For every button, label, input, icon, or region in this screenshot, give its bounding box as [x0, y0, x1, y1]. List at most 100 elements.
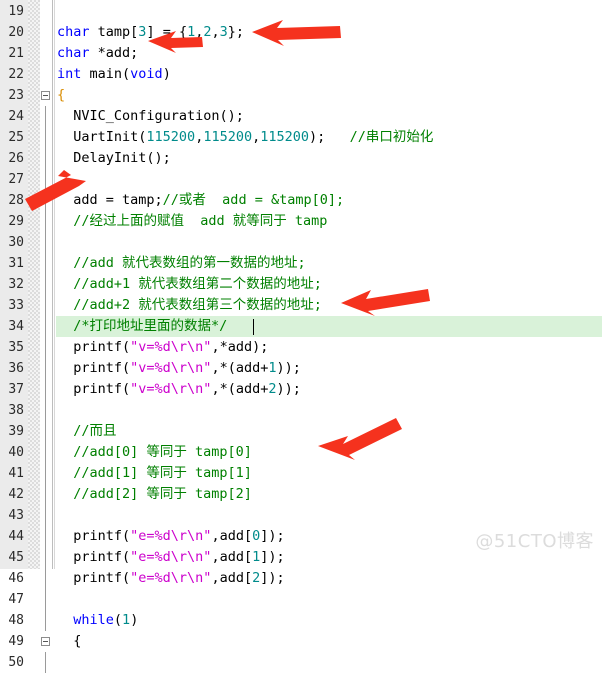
- code-text[interactable]: {: [57, 631, 81, 652]
- fold-guide-line: [45, 610, 46, 631]
- code-text[interactable]: UartInit(115200,115200,115200); //串口初始化: [57, 127, 433, 148]
- fold-collapse-icon[interactable]: [41, 91, 50, 100]
- code-token-kw: while: [73, 612, 114, 628]
- fold-guide-line: [45, 148, 46, 169]
- code-token-pl: ,*add);: [211, 339, 269, 355]
- code-text[interactable]: printf("e=%d\r\n",add[1]);: [57, 547, 285, 568]
- code-text[interactable]: NVIC_Configuration();: [57, 106, 244, 127]
- line-number: 48: [8, 613, 24, 628]
- code-text[interactable]: printf("v=%d\r\n",*(add+2));: [57, 379, 301, 400]
- code-token-pl: ,*(add+: [211, 360, 269, 376]
- code-line[interactable]: 20 char tamp[3] = {1,2,3};: [0, 22, 602, 43]
- code-text[interactable]: printf("e=%d\r\n",add[2]);: [57, 568, 284, 589]
- code-token-pl: ,add[: [211, 549, 253, 565]
- code-token-pl: DelayInit();: [57, 150, 171, 166]
- code-text[interactable]: //add[0] 等同于 tamp[0]: [57, 442, 252, 463]
- code-line[interactable]: 37 printf("v=%d\r\n",*(add+2));: [0, 379, 602, 400]
- code-token-num: 3: [219, 24, 228, 40]
- code-line[interactable]: 49 {: [0, 631, 602, 652]
- fold-guide-line: [45, 358, 46, 379]
- code-line[interactable]: 41 //add[1] 等同于 tamp[1]: [0, 463, 602, 484]
- code-line[interactable]: 35 printf("v=%d\r\n",*add);: [0, 337, 602, 358]
- fold-guide-line: [45, 442, 46, 463]
- code-line[interactable]: 24 NVIC_Configuration();: [0, 106, 602, 127]
- code-line[interactable]: 33 //add+2 就代表数组第三个数据的地址;: [0, 295, 602, 316]
- code-token-pl: *add;: [89, 45, 139, 61]
- code-line[interactable]: 38: [0, 400, 602, 421]
- code-text[interactable]: char *add;: [57, 43, 138, 64]
- code-token-num: 115200: [203, 129, 253, 145]
- code-line[interactable]: 47: [0, 589, 602, 610]
- code-line[interactable]: 28 add = tamp;//或者 add = &tamp[0];: [0, 190, 602, 211]
- code-editor[interactable]: 19 20 char tamp[3] = {1,2,3}; 21 char *add; 2…: [0, 0, 602, 673]
- code-text[interactable]: char tamp[3] = {1,2,3};: [57, 22, 244, 43]
- code-line[interactable]: 26 DelayInit();: [0, 148, 602, 169]
- code-line[interactable]: 34 /*打印地址里面的数据*/: [0, 316, 602, 337]
- code-line[interactable]: 23 {: [0, 85, 602, 106]
- code-line[interactable]: 29 //经过上面的赋值 add 就等同于 tamp: [0, 211, 602, 232]
- code-token-num: 2: [203, 24, 212, 40]
- line-number: 49: [8, 634, 24, 649]
- code-text[interactable]: //add+1 就代表数组第二个数据的地址;: [57, 274, 322, 295]
- code-token-pl: ]);: [260, 549, 285, 565]
- code-line[interactable]: 21 char *add;: [0, 43, 602, 64]
- code-token-cmt: /*打印地址里面的数据*/: [57, 318, 228, 334]
- code-text[interactable]: printf("e=%d\r\n",add[0]);: [57, 526, 284, 547]
- code-line[interactable]: 39 //而且: [0, 421, 602, 442]
- line-number: 43: [8, 508, 24, 523]
- code-token-str: "v=%d\r\n": [130, 381, 212, 397]
- code-line[interactable]: 22 int main(void): [0, 64, 602, 85]
- code-token-cmt: //add+1 就代表数组第二个数据的地址;: [57, 276, 322, 292]
- line-number: 46: [8, 571, 24, 586]
- code-token-pl: printf(: [57, 381, 131, 397]
- code-text[interactable]: //经过上面的赋值 add 就等同于 tamp: [57, 211, 327, 232]
- code-text[interactable]: DelayInit();: [57, 148, 171, 169]
- code-line[interactable]: 42 //add[2] 等同于 tamp[2]: [0, 484, 602, 505]
- code-token-pl: printf(: [57, 360, 131, 376]
- code-token-num: 1: [252, 549, 261, 565]
- code-line[interactable]: 43: [0, 505, 602, 526]
- line-number: 29: [8, 214, 24, 229]
- fold-guide-line: [45, 274, 46, 295]
- fold-guide-line: [45, 127, 46, 148]
- code-token-num: 1: [122, 612, 131, 628]
- code-text[interactable]: while(1): [57, 610, 138, 631]
- code-line[interactable]: 25 UartInit(115200,115200,115200); //串口初…: [0, 127, 602, 148]
- fold-guide-line: [45, 526, 46, 547]
- code-text[interactable]: {: [57, 85, 65, 106]
- fold-guide-line: [45, 652, 46, 673]
- code-line[interactable]: 40 //add[0] 等同于 tamp[0]: [0, 442, 602, 463]
- code-token-pl: ,*(add+: [211, 381, 269, 397]
- code-text[interactable]: add = tamp;//或者 add = &tamp[0];: [57, 190, 344, 211]
- code-token-num: 115200: [146, 129, 196, 145]
- code-line[interactable]: 48 while(1): [0, 610, 602, 631]
- fold-collapse-icon[interactable]: [41, 637, 50, 646]
- code-line[interactable]: 32 //add+1 就代表数组第二个数据的地址;: [0, 274, 602, 295]
- code-line[interactable]: 27: [0, 169, 602, 190]
- code-text[interactable]: //而且: [57, 421, 116, 442]
- code-line[interactable]: 50: [0, 652, 602, 673]
- code-text[interactable]: //add[2] 等同于 tamp[2]: [57, 484, 252, 505]
- code-line[interactable]: 36 printf("v=%d\r\n",*(add+1));: [0, 358, 602, 379]
- code-line[interactable]: 30: [0, 232, 602, 253]
- code-text[interactable]: //add[1] 等同于 tamp[1]: [57, 463, 252, 484]
- line-number: 27: [8, 172, 24, 187]
- code-token-pl: printf(: [57, 339, 131, 355]
- code-line[interactable]: 19: [0, 1, 602, 22]
- code-text[interactable]: int main(void): [57, 64, 171, 85]
- line-number: 25: [8, 130, 24, 145]
- code-text[interactable]: //add 就代表数组的第一数据的地址;: [57, 253, 305, 274]
- fold-guide-line: [45, 295, 46, 316]
- line-number: 45: [8, 550, 24, 565]
- code-line[interactable]: 31 //add 就代表数组的第一数据的地址;: [0, 253, 602, 274]
- code-text[interactable]: /*打印地址里面的数据*/: [57, 316, 227, 337]
- code-token-str: "e=%d\r\n": [130, 549, 212, 565]
- code-text[interactable]: printf("v=%d\r\n",*add);: [57, 337, 268, 358]
- fold-guide-line: [45, 400, 46, 421]
- fold-guide-line: [45, 232, 46, 253]
- code-text[interactable]: printf("v=%d\r\n",*(add+1));: [57, 358, 301, 379]
- code-text[interactable]: //add+2 就代表数组第三个数据的地址;: [57, 295, 322, 316]
- code-line[interactable]: 46 printf("e=%d\r\n",add[2]);: [0, 568, 602, 589]
- code-token-brace-hl: {: [57, 87, 66, 103]
